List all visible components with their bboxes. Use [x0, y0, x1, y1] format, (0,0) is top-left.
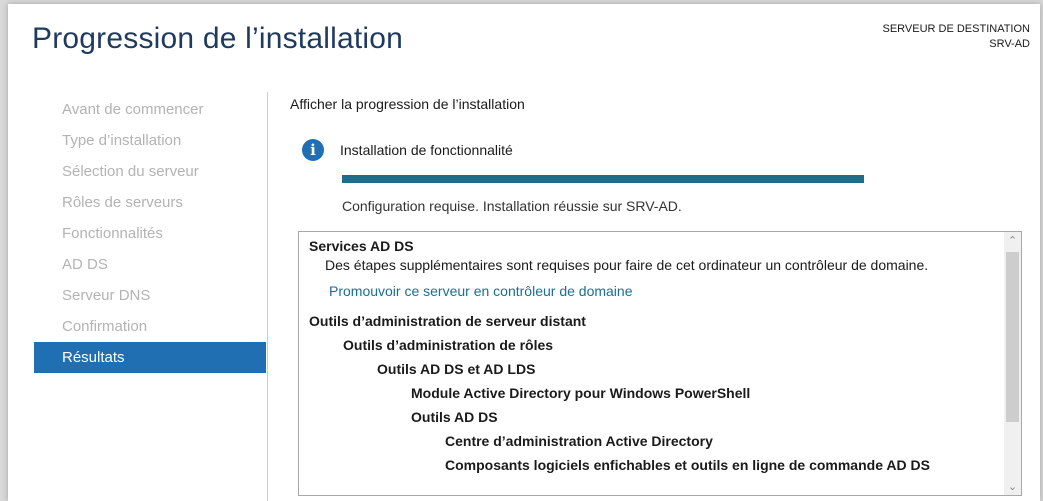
- sidebar-divider: [267, 92, 268, 501]
- results-tree-item: Composants logiciels enfichables et outi…: [445, 457, 930, 473]
- results-tree-item: Centre d’administration Active Directory: [445, 433, 713, 449]
- results-tree-item: Outils d’administration de serveur dista…: [309, 313, 586, 329]
- results-tree-item: Module Active Directory pour Windows Pow…: [411, 385, 751, 401]
- wizard-window: Progression de l’installation SERVEUR DE…: [8, 4, 1040, 501]
- results-heading: Services AD DS: [309, 238, 414, 254]
- destination-server-label: SERVEUR DE DESTINATION: [882, 23, 1030, 35]
- info-icon: i: [302, 139, 324, 161]
- sidebar-item-serveur-dns[interactable]: Serveur DNS: [34, 280, 266, 311]
- results-description: Des étapes supplémentaires sont requises…: [325, 257, 929, 273]
- main-content: Afficher la progression de l’installatio…: [290, 94, 1030, 496]
- results-tree-item: Outils AD DS et AD LDS: [377, 361, 536, 377]
- sidebar-item-type-installation[interactable]: Type d’installation: [34, 125, 266, 156]
- sidebar-item-selection-serveur[interactable]: Sélection du serveur: [34, 156, 266, 187]
- scroll-thumb[interactable]: [1006, 252, 1019, 422]
- sidebar-item-ad-ds[interactable]: AD DS: [34, 249, 266, 280]
- info-text: Installation de fonctionnalité: [340, 142, 513, 158]
- results-tree: Outils d’administration de serveur dista…: [309, 311, 1009, 475]
- results-tree-item: Outils AD DS: [411, 409, 498, 425]
- sidebar-item-roles-serveurs[interactable]: Rôles de serveurs: [34, 187, 266, 218]
- destination-server-name: SRV-AD: [989, 38, 1030, 50]
- promote-domain-controller-link[interactable]: Promouvoir ce serveur en contrôleur de d…: [309, 281, 1009, 301]
- results-tree-item: Outils d’administration de rôles: [343, 337, 554, 353]
- results-panel: Services AD DS Des étapes supplémentaire…: [298, 231, 1022, 496]
- status-text: Configuration requise. Installation réus…: [342, 198, 682, 214]
- sidebar-item-resultats[interactable]: Résultats: [34, 342, 266, 373]
- page-title: Progression de l’installation: [32, 22, 404, 55]
- info-row: i Installation de fonctionnalité: [302, 138, 513, 162]
- scroll-down-icon[interactable]: ⌄: [1004, 478, 1021, 495]
- sidebar-item-confirmation[interactable]: Confirmation: [34, 311, 266, 342]
- sidebar-item-avant-de-commencer[interactable]: Avant de commencer: [34, 94, 266, 125]
- wizard-steps-sidebar: Avant de commencer Type d’installation S…: [34, 94, 266, 373]
- results-content: Services AD DS Des étapes supplémentaire…: [299, 232, 1009, 479]
- progress-bar: [342, 175, 864, 183]
- progress-bar-fill: [342, 175, 864, 183]
- destination-server: SERVEUR DE DESTINATION SRV-AD: [882, 22, 1030, 52]
- scroll-up-icon[interactable]: ⌃: [1004, 232, 1021, 249]
- results-scrollbar[interactable]: ⌃ ⌄: [1004, 232, 1021, 495]
- sidebar-item-fonctionnalites[interactable]: Fonctionnalités: [34, 218, 266, 249]
- section-label: Afficher la progression de l’installatio…: [290, 96, 525, 112]
